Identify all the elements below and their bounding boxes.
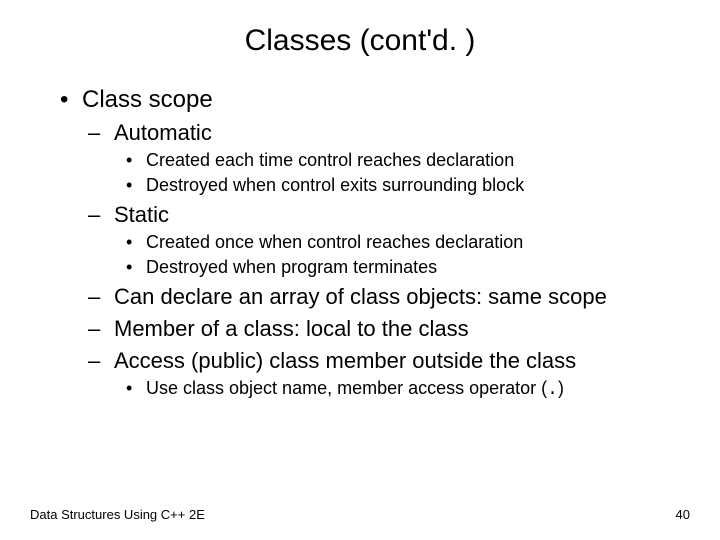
bullet-static: Static: [88, 202, 680, 228]
text-operator-dot: .: [547, 380, 558, 400]
bullet-static-created: Created once when control reaches declar…: [126, 232, 680, 253]
footer-page-number: 40: [676, 507, 690, 522]
slide-footer: Data Structures Using C++ 2E 40: [30, 507, 690, 522]
text-post: ): [558, 378, 564, 398]
bullet-automatic-created: Created each time control reaches declar…: [126, 150, 680, 171]
slide: Classes (cont'd. ) Class scope Automatic…: [0, 0, 720, 540]
bullet-access-public: Access (public) class member outside the…: [88, 348, 680, 374]
bullet-automatic-destroyed: Destroyed when control exits surrounding…: [126, 175, 680, 196]
text-pre: Use class object name, member access ope…: [146, 378, 547, 398]
bullet-static-destroyed: Destroyed when program terminates: [126, 257, 680, 278]
footer-book-title: Data Structures Using C++ 2E: [30, 507, 205, 522]
bullet-array-of-objects: Can declare an array of class objects: s…: [88, 284, 680, 310]
slide-title: Classes (cont'd. ): [0, 0, 720, 76]
bullet-automatic: Automatic: [88, 120, 680, 146]
slide-content: Class scope Automatic Created each time …: [0, 86, 720, 400]
bullet-class-scope: Class scope: [60, 86, 680, 114]
bullet-member-local: Member of a class: local to the class: [88, 316, 680, 342]
bullet-use-member-access-operator: Use class object name, member access ope…: [126, 378, 680, 400]
